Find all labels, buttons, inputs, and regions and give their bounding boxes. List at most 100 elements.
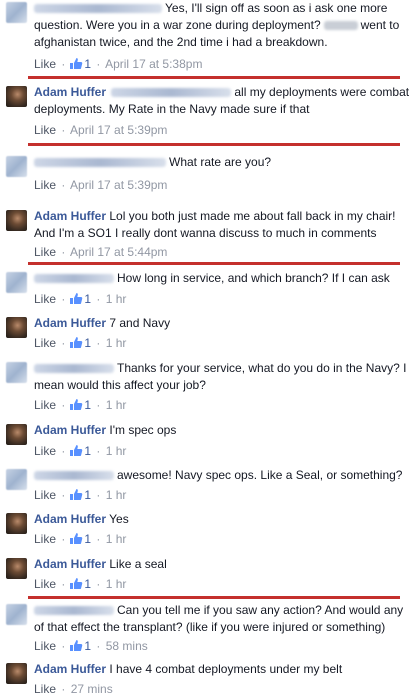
timestamp[interactable]: 1 hr <box>106 398 127 412</box>
thumbs-up-icon[interactable] <box>69 488 83 505</box>
avatar[interactable] <box>6 469 27 490</box>
like-link[interactable]: Like <box>34 245 56 259</box>
like-link[interactable]: Like <box>34 444 56 458</box>
avatar[interactable] <box>6 156 27 177</box>
separator-dot: · <box>96 488 101 502</box>
author-name[interactable]: Adam Huffer <box>34 557 106 571</box>
avatar[interactable] <box>6 663 27 684</box>
like-count[interactable]: 1 <box>84 639 91 653</box>
like-link[interactable]: Like <box>34 639 56 653</box>
avatar[interactable] <box>6 604 27 625</box>
thumbs-up-icon[interactable] <box>69 639 83 656</box>
comment-body: Yes <box>109 512 129 526</box>
separator-dot: · <box>96 336 101 350</box>
author-name-redacted[interactable] <box>34 471 114 481</box>
separator-dot: · <box>61 532 66 546</box>
avatar[interactable] <box>6 86 27 107</box>
author-name[interactable]: Adam Huffer <box>34 512 106 526</box>
comment-text: Can you tell me if you saw any action? A… <box>34 602 412 636</box>
thumbs-up-icon[interactable] <box>69 57 83 74</box>
separator-dot: · <box>96 577 101 591</box>
author-name-redacted[interactable] <box>34 4 162 14</box>
thumbs-up-icon[interactable] <box>69 398 83 415</box>
timestamp[interactable]: 1 hr <box>106 488 127 502</box>
author-name-redacted[interactable] <box>34 364 114 374</box>
like-link[interactable]: Like <box>34 123 56 137</box>
avatar[interactable] <box>6 513 27 534</box>
author-name-redacted[interactable] <box>34 274 114 284</box>
comment-meta: Like · 1 · 1 hr <box>34 292 126 309</box>
author-name[interactable]: Adam Huffer <box>34 316 106 330</box>
comment-meta: Like · 1 · 1 hr <box>34 488 126 505</box>
timestamp[interactable]: 1 hr <box>106 336 127 350</box>
separator-dot: · <box>96 444 101 458</box>
like-count[interactable]: 1 <box>84 577 91 591</box>
comment-text: How long in service, and which branch? I… <box>34 270 412 287</box>
author-name[interactable]: Adam Huffer <box>34 85 106 99</box>
separator-dot: · <box>61 123 66 137</box>
separator-dot: · <box>61 639 66 653</box>
red-separator-line <box>28 596 400 599</box>
separator-dot: · <box>96 398 101 412</box>
separator-dot: · <box>61 336 66 350</box>
thumbs-up-icon[interactable] <box>69 577 83 594</box>
comment-meta: Like · 1 · 1 hr <box>34 444 126 461</box>
timestamp[interactable]: 1 hr <box>106 444 127 458</box>
timestamp[interactable]: 1 hr <box>106 292 127 306</box>
like-count[interactable]: 1 <box>84 398 91 412</box>
separator-dot: · <box>61 178 66 192</box>
separator-dot: · <box>61 398 66 412</box>
like-link[interactable]: Like <box>34 57 56 71</box>
like-link[interactable]: Like <box>34 292 56 306</box>
avatar[interactable] <box>6 424 27 445</box>
separator-dot: · <box>96 639 101 653</box>
author-name-redacted[interactable] <box>34 158 166 168</box>
avatar[interactable] <box>6 317 27 338</box>
like-count[interactable]: 1 <box>84 336 91 350</box>
avatar[interactable] <box>6 272 27 293</box>
comment-meta: Like · 1 · April 17 at 5:38pm <box>34 57 202 74</box>
like-link[interactable]: Like <box>34 336 56 350</box>
timestamp[interactable]: 27 mins <box>71 682 113 696</box>
avatar[interactable] <box>6 362 27 383</box>
comment-text: Adam Huffer Like a seal <box>34 556 412 573</box>
timestamp[interactable]: April 17 at 5:38pm <box>105 57 202 71</box>
red-separator-line <box>28 143 400 146</box>
timestamp[interactable]: April 17 at 5:39pm <box>70 178 167 192</box>
separator-dot: · <box>96 532 101 546</box>
thumbs-up-icon[interactable] <box>69 336 83 353</box>
author-name[interactable]: Adam Huffer <box>34 662 106 676</box>
like-count[interactable]: 1 <box>84 488 91 502</box>
like-link[interactable]: Like <box>34 178 56 192</box>
timestamp[interactable]: April 17 at 5:44pm <box>70 245 167 259</box>
like-link[interactable]: Like <box>34 682 56 696</box>
avatar[interactable] <box>6 2 27 23</box>
like-link[interactable]: Like <box>34 398 56 412</box>
like-count[interactable]: 1 <box>84 292 91 306</box>
comment-body: How long in service, and which branch? I… <box>117 271 390 285</box>
like-count[interactable]: 1 <box>84 532 91 546</box>
timestamp[interactable]: 1 hr <box>106 532 127 546</box>
like-count[interactable]: 1 <box>84 57 91 71</box>
like-link[interactable]: Like <box>34 532 56 546</box>
separator-dot: · <box>61 577 66 591</box>
like-link[interactable]: Like <box>34 577 56 591</box>
author-name-redacted[interactable] <box>34 606 114 616</box>
separator-dot: · <box>61 245 66 259</box>
redacted-word <box>323 21 358 31</box>
thumbs-up-icon[interactable] <box>69 292 83 309</box>
avatar[interactable] <box>6 558 27 579</box>
separator-dot: · <box>61 488 66 502</box>
timestamp[interactable]: 1 hr <box>106 577 127 591</box>
author-name[interactable]: Adam Huffer <box>34 423 106 437</box>
like-count[interactable]: 1 <box>84 444 91 458</box>
timestamp[interactable]: 58 mins <box>106 639 148 653</box>
timestamp[interactable]: April 17 at 5:39pm <box>70 123 167 137</box>
thumbs-up-icon[interactable] <box>69 444 83 461</box>
thumbs-up-icon[interactable] <box>69 532 83 549</box>
avatar[interactable] <box>6 210 27 231</box>
redacted-mention <box>111 88 232 98</box>
author-name[interactable]: Adam Huffer <box>34 209 106 223</box>
comment-body: I have 4 combat deployments under my bel… <box>109 662 343 676</box>
like-link[interactable]: Like <box>34 488 56 502</box>
